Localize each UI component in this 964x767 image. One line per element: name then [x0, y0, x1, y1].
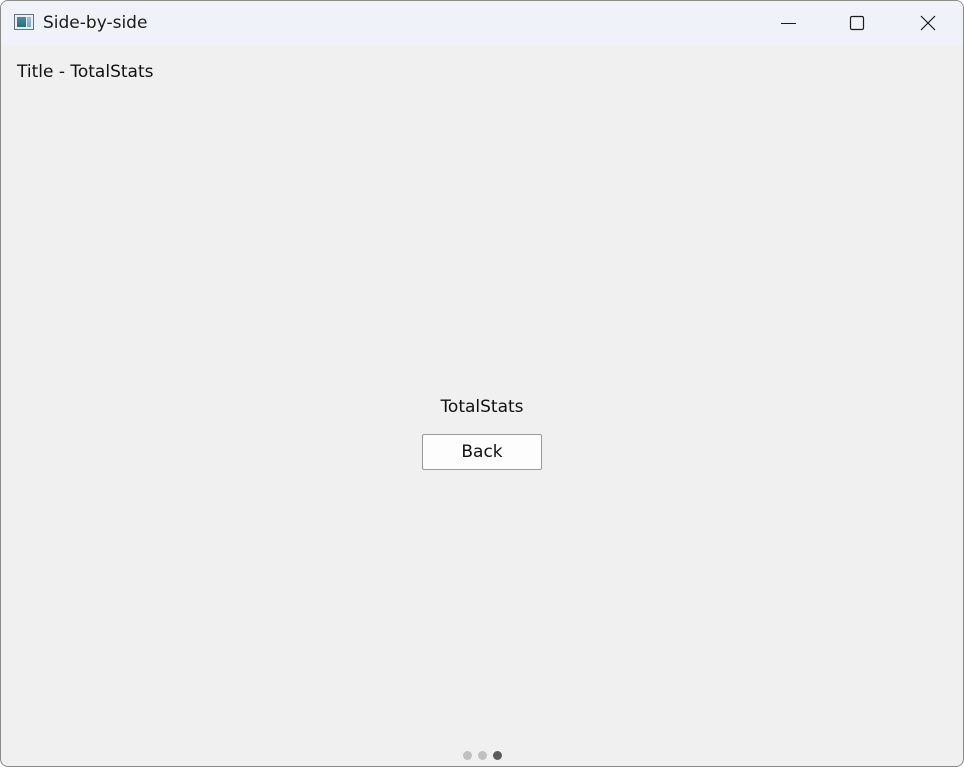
page-dot-1[interactable]	[463, 751, 472, 760]
minimize-icon	[781, 23, 796, 24]
maximize-button[interactable]	[823, 1, 893, 45]
close-icon	[920, 15, 936, 31]
page-label: TotalStats	[440, 397, 524, 417]
title-bar[interactable]: Side-by-side	[1, 1, 963, 45]
page-title: Title - TotalStats	[17, 62, 154, 82]
page-dot-2[interactable]	[478, 751, 487, 760]
window-title: Side-by-side	[43, 13, 148, 33]
maximize-icon	[849, 15, 865, 31]
minimize-button[interactable]	[753, 1, 823, 45]
app-window: Side-by-side Title - TotalStats TotalSta…	[0, 0, 964, 767]
back-button[interactable]: Back	[422, 434, 542, 470]
close-button[interactable]	[893, 1, 963, 45]
page-dot-3-active[interactable]	[493, 751, 502, 760]
app-icon	[14, 14, 34, 30]
page-indicator	[461, 749, 511, 761]
